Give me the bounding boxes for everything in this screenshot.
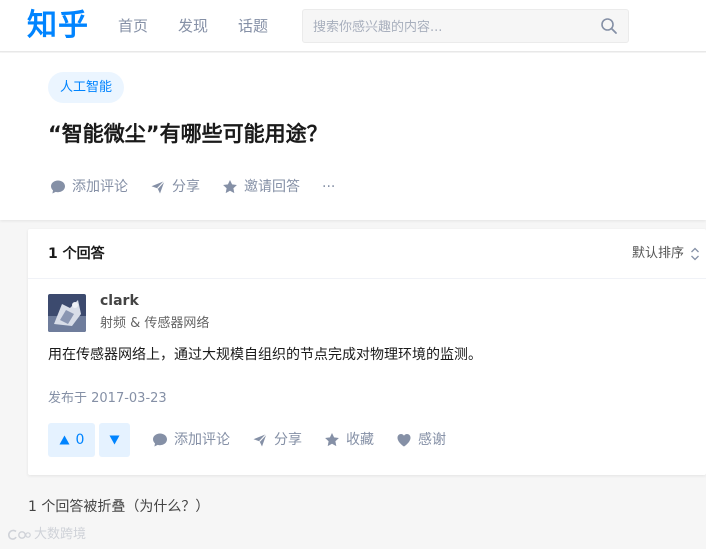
answer-list-header: 1 个回答 默认排序 (28, 229, 706, 279)
invite-answer-label: 邀请回答 (244, 179, 300, 195)
share-icon (253, 433, 267, 447)
watermark-logo-icon (8, 529, 31, 540)
watermark-text: 大数跨境 (34, 527, 87, 542)
upvote-button[interactable]: 0 (48, 423, 95, 457)
star-icon (223, 180, 237, 194)
sort-label: 默认排序 (631, 246, 684, 261)
answer-card: 1 个回答 默认排序 clark 射频 & 传感器网络 用在传感器网络上，通过大… (28, 229, 706, 475)
sort-dropdown[interactable]: 默认排序 (632, 244, 700, 264)
question-actions: 添加评论 分享 邀请回答 ··· (50, 177, 357, 197)
avatar-image (48, 294, 86, 332)
share-icon (151, 180, 165, 194)
triangle-down-icon (109, 435, 120, 445)
zhihu-logo[interactable]: 知乎 (27, 7, 89, 45)
add-comment-label: 添加评论 (72, 179, 128, 195)
comment-icon (51, 180, 65, 194)
add-comment-button[interactable]: 添加评论 (50, 177, 128, 197)
search-input[interactable] (313, 17, 583, 37)
downvote-button[interactable] (99, 423, 130, 457)
collect-button[interactable]: 收藏 (324, 430, 374, 450)
answer-comment-label: 添加评论 (174, 432, 230, 448)
triangle-up-icon (59, 435, 70, 445)
search-box (302, 9, 629, 43)
answer-comment-button[interactable]: 添加评论 (152, 430, 230, 450)
search-icon[interactable] (600, 17, 618, 35)
answer-count: 1 个回答 (48, 246, 105, 262)
thanks-button[interactable]: 感谢 (396, 430, 446, 450)
author-bio: 射频 & 传感器网络 (100, 316, 210, 331)
nav-topics[interactable]: 话题 (238, 16, 268, 36)
author-name[interactable]: clark (100, 292, 139, 310)
more-options-button[interactable]: ··· (322, 177, 335, 197)
upvote-count: 0 (75, 432, 85, 448)
nav-home[interactable]: 首页 (118, 16, 148, 36)
star-icon (325, 433, 339, 447)
collapsed-answers-link[interactable]: 1 个回答被折叠（为什么？） (28, 497, 209, 517)
answer-actions: 添加评论 分享 收藏 感谢 (152, 430, 468, 450)
publish-date[interactable]: 发布于 2017-03-23 (48, 389, 167, 409)
share-button[interactable]: 分享 (150, 177, 200, 197)
avatar[interactable] (48, 294, 86, 332)
sort-arrows-icon (691, 247, 699, 261)
question-title: “智能微尘”有哪些可能用途？ (48, 122, 328, 146)
comment-icon (153, 433, 167, 447)
collect-label: 收藏 (346, 432, 374, 448)
answer-content: 用在传感器网络上，通过大规模自组织的节点完成对物理环境的监测。 (48, 347, 482, 363)
nav-discover[interactable]: 发现 (178, 16, 208, 36)
watermark: 大数跨境 (7, 525, 86, 545)
question-header: 人工智能 “智能微尘”有哪些可能用途？ 添加评论 分享 邀请回答 ··· (0, 53, 706, 220)
answer-share-button[interactable]: 分享 (252, 430, 302, 450)
topic-tag[interactable]: 人工智能 (48, 72, 125, 103)
top-header: 知乎 首页 发现 话题 (0, 0, 706, 52)
answer-share-label: 分享 (274, 432, 302, 448)
thanks-label: 感谢 (418, 432, 446, 448)
share-label: 分享 (172, 179, 200, 195)
heart-icon (397, 434, 411, 447)
invite-answer-button[interactable]: 邀请回答 (222, 177, 300, 197)
